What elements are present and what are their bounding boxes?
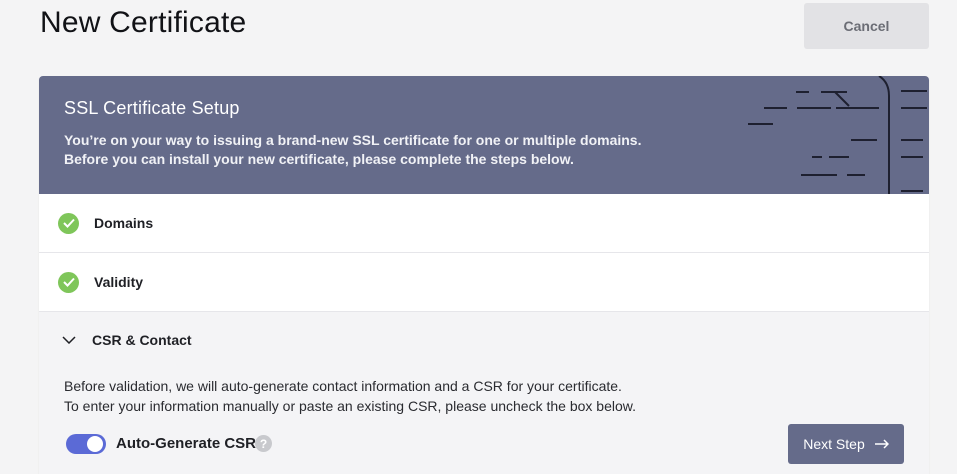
help-icon[interactable]: ? (255, 435, 272, 452)
chevron-down-icon (60, 331, 78, 349)
step-csr-header[interactable]: CSR & Contact (39, 312, 929, 368)
check-circle-icon (58, 212, 79, 234)
csr-description-line-1: Before validation, we will auto-generate… (64, 378, 622, 394)
auto-generate-csr-toggle[interactable] (66, 434, 106, 454)
arrow-right-icon (874, 439, 889, 449)
step-label: CSR & Contact (92, 332, 192, 348)
cancel-button[interactable]: Cancel (804, 3, 929, 49)
step-validity[interactable]: Validity (39, 253, 929, 312)
decorative-lines-art (748, 76, 927, 194)
page-title: New Certificate (40, 6, 247, 39)
check-circle-icon (58, 271, 79, 293)
next-step-button[interactable]: Next Step (788, 424, 904, 464)
csr-description: Before validation, we will auto-generate… (39, 376, 929, 416)
auto-generate-csr-label: Auto-Generate CSR (116, 435, 257, 452)
next-step-label: Next Step (803, 436, 865, 452)
csr-description-line-2: To enter your information manually or pa… (64, 398, 636, 414)
toggle-knob (87, 436, 103, 452)
certificate-setup-card: SSL Certificate Setup You’re on your way… (39, 76, 929, 474)
setup-banner: SSL Certificate Setup You’re on your way… (39, 76, 929, 194)
step-label: Validity (94, 274, 144, 290)
step-domains[interactable]: Domains (39, 194, 929, 253)
step-csr-contact: CSR & Contact Before validation, we will… (39, 312, 929, 474)
csr-actions: Auto-Generate CSR ? Next Step (39, 416, 929, 474)
step-label: Domains (94, 215, 154, 231)
